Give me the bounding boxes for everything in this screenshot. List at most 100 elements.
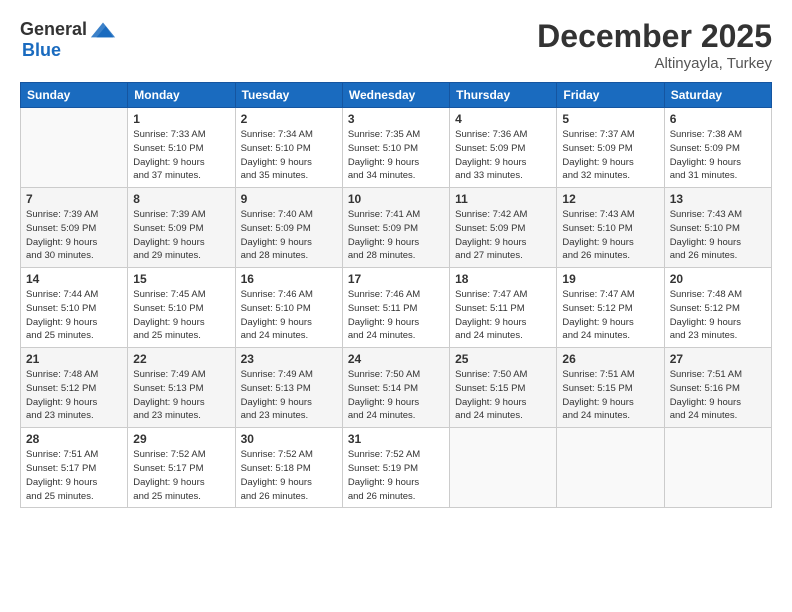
calendar-week-row: 28 Sunrise: 7:51 AM Sunset: 5:17 PM Dayli… [21, 428, 772, 508]
day-info: Sunrise: 7:49 AM Sunset: 5:13 PM Dayligh… [133, 368, 229, 423]
day-info: Sunrise: 7:43 AM Sunset: 5:10 PM Dayligh… [670, 208, 766, 263]
day-info: Sunrise: 7:52 AM Sunset: 5:17 PM Dayligh… [133, 448, 229, 503]
calendar-cell: 12Sunrise: 7:43 AM Sunset: 5:10 PM Dayli… [557, 188, 664, 268]
calendar-cell [557, 428, 664, 508]
day-info: Sunrise: 7:37 AM Sunset: 5:09 PM Dayligh… [562, 128, 658, 183]
day-number: 26 [562, 352, 658, 366]
title-block: December 2025 Altinyayla, Turkey [537, 18, 772, 72]
calendar-week-row: 1 Sunrise: 7:33 AM Sunset: 5:10 PM Daylig… [21, 108, 772, 188]
day-info: Sunrise: 7:52 AM Sunset: 5:18 PM Dayligh… [241, 448, 337, 503]
header: General Blue December 2025 Altinyayla, T… [20, 18, 772, 72]
day-info: Sunrise: 7:49 AM Sunset: 5:13 PM Dayligh… [241, 368, 337, 423]
day-number: 2 [241, 112, 337, 126]
day-number: 22 [133, 352, 229, 366]
day-info: Sunrise: 7:51 AM Sunset: 5:16 PM Dayligh… [670, 368, 766, 423]
day-number: 1 [133, 112, 229, 126]
day-info: Sunrise: 7:45 AM Sunset: 5:10 PM Dayligh… [133, 288, 229, 343]
day-number: 3 [348, 112, 444, 126]
day-number: 7 [26, 192, 122, 206]
day-number: 5 [562, 112, 658, 126]
day-number: 23 [241, 352, 337, 366]
calendar-cell: 28 Sunrise: 7:51 AM Sunset: 5:17 PM Dayli… [21, 428, 128, 508]
calendar-cell: 10 Sunrise: 7:41 AM Sunset: 5:09 PM Dayli… [342, 188, 449, 268]
calendar-cell: 8 Sunrise: 7:39 AM Sunset: 5:09 PM Daylig… [128, 188, 235, 268]
day-info: Sunrise: 7:39 AM Sunset: 5:09 PM Dayligh… [133, 208, 229, 263]
day-number: 10 [348, 192, 444, 206]
calendar-cell: 6 Sunrise: 7:38 AM Sunset: 5:09 PM Daylig… [664, 108, 771, 188]
calendar-week-row: 14Sunrise: 7:44 AM Sunset: 5:10 PM Dayli… [21, 268, 772, 348]
day-number: 29 [133, 432, 229, 446]
day-number: 12 [562, 192, 658, 206]
day-number: 17 [348, 272, 444, 286]
calendar-week-row: 7 Sunrise: 7:39 AM Sunset: 5:09 PM Daylig… [21, 188, 772, 268]
title-month: December 2025 [537, 18, 772, 55]
calendar-cell [21, 108, 128, 188]
calendar-cell [450, 428, 557, 508]
day-number: 25 [455, 352, 551, 366]
day-info: Sunrise: 7:50 AM Sunset: 5:15 PM Dayligh… [455, 368, 551, 423]
calendar-cell: 1 Sunrise: 7:33 AM Sunset: 5:10 PM Daylig… [128, 108, 235, 188]
day-number: 24 [348, 352, 444, 366]
logo-blue-text: Blue [22, 40, 61, 61]
calendar-cell: 25 Sunrise: 7:50 AM Sunset: 5:15 PM Dayli… [450, 348, 557, 428]
calendar-cell: 21Sunrise: 7:48 AM Sunset: 5:12 PM Dayli… [21, 348, 128, 428]
day-number: 8 [133, 192, 229, 206]
logo-text: General [20, 18, 117, 40]
calendar-header-wednesday: Wednesday [342, 83, 449, 108]
day-info: Sunrise: 7:33 AM Sunset: 5:10 PM Dayligh… [133, 128, 229, 183]
calendar-cell: 4 Sunrise: 7:36 AM Sunset: 5:09 PM Daylig… [450, 108, 557, 188]
page: General Blue December 2025 Altinyayla, T… [0, 0, 792, 612]
calendar-cell: 19Sunrise: 7:47 AM Sunset: 5:12 PM Dayli… [557, 268, 664, 348]
day-number: 4 [455, 112, 551, 126]
calendar-cell: 20Sunrise: 7:48 AM Sunset: 5:12 PM Dayli… [664, 268, 771, 348]
day-info: Sunrise: 7:34 AM Sunset: 5:10 PM Dayligh… [241, 128, 337, 183]
calendar-header-sunday: Sunday [21, 83, 128, 108]
day-info: Sunrise: 7:41 AM Sunset: 5:09 PM Dayligh… [348, 208, 444, 263]
calendar-cell: 9Sunrise: 7:40 AM Sunset: 5:09 PM Daylig… [235, 188, 342, 268]
day-info: Sunrise: 7:44 AM Sunset: 5:10 PM Dayligh… [26, 288, 122, 343]
calendar-header-thursday: Thursday [450, 83, 557, 108]
day-number: 15 [133, 272, 229, 286]
title-location: Altinyayla, Turkey [537, 55, 772, 72]
calendar-cell: 29 Sunrise: 7:52 AM Sunset: 5:17 PM Dayli… [128, 428, 235, 508]
calendar-week-row: 21Sunrise: 7:48 AM Sunset: 5:12 PM Dayli… [21, 348, 772, 428]
day-number: 27 [670, 352, 766, 366]
day-number: 13 [670, 192, 766, 206]
day-number: 19 [562, 272, 658, 286]
calendar-header-saturday: Saturday [664, 83, 771, 108]
calendar-cell: 24 Sunrise: 7:50 AM Sunset: 5:14 PM Dayli… [342, 348, 449, 428]
day-info: Sunrise: 7:48 AM Sunset: 5:12 PM Dayligh… [670, 288, 766, 343]
day-number: 28 [26, 432, 122, 446]
day-number: 31 [348, 432, 444, 446]
day-info: Sunrise: 7:47 AM Sunset: 5:11 PM Dayligh… [455, 288, 551, 343]
calendar-table: SundayMondayTuesdayWednesdayThursdayFrid… [20, 82, 772, 508]
day-number: 9 [241, 192, 337, 206]
logo-general-text: General [20, 19, 87, 40]
calendar-cell: 27 Sunrise: 7:51 AM Sunset: 5:16 PM Dayli… [664, 348, 771, 428]
day-info: Sunrise: 7:52 AM Sunset: 5:19 PM Dayligh… [348, 448, 444, 503]
calendar-cell [664, 428, 771, 508]
logo: General Blue [20, 18, 117, 61]
day-info: Sunrise: 7:42 AM Sunset: 5:09 PM Dayligh… [455, 208, 551, 263]
day-number: 16 [241, 272, 337, 286]
calendar-cell: 3 Sunrise: 7:35 AM Sunset: 5:10 PM Daylig… [342, 108, 449, 188]
day-info: Sunrise: 7:35 AM Sunset: 5:10 PM Dayligh… [348, 128, 444, 183]
day-info: Sunrise: 7:51 AM Sunset: 5:17 PM Dayligh… [26, 448, 122, 503]
calendar-cell: 15 Sunrise: 7:45 AM Sunset: 5:10 PM Dayli… [128, 268, 235, 348]
calendar-cell: 11 Sunrise: 7:42 AM Sunset: 5:09 PM Dayli… [450, 188, 557, 268]
day-info: Sunrise: 7:36 AM Sunset: 5:09 PM Dayligh… [455, 128, 551, 183]
calendar-cell: 14Sunrise: 7:44 AM Sunset: 5:10 PM Dayli… [21, 268, 128, 348]
day-number: 11 [455, 192, 551, 206]
day-info: Sunrise: 7:51 AM Sunset: 5:15 PM Dayligh… [562, 368, 658, 423]
day-info: Sunrise: 7:39 AM Sunset: 5:09 PM Dayligh… [26, 208, 122, 263]
day-info: Sunrise: 7:38 AM Sunset: 5:09 PM Dayligh… [670, 128, 766, 183]
day-number: 30 [241, 432, 337, 446]
day-number: 6 [670, 112, 766, 126]
calendar-cell: 17 Sunrise: 7:46 AM Sunset: 5:11 PM Dayli… [342, 268, 449, 348]
calendar-header-row: SundayMondayTuesdayWednesdayThursdayFrid… [21, 83, 772, 108]
calendar-cell: 26 Sunrise: 7:51 AM Sunset: 5:15 PM Dayli… [557, 348, 664, 428]
calendar-cell: 2 Sunrise: 7:34 AM Sunset: 5:10 PM Daylig… [235, 108, 342, 188]
calendar-cell: 22 Sunrise: 7:49 AM Sunset: 5:13 PM Dayli… [128, 348, 235, 428]
day-info: Sunrise: 7:50 AM Sunset: 5:14 PM Dayligh… [348, 368, 444, 423]
day-info: Sunrise: 7:46 AM Sunset: 5:11 PM Dayligh… [348, 288, 444, 343]
